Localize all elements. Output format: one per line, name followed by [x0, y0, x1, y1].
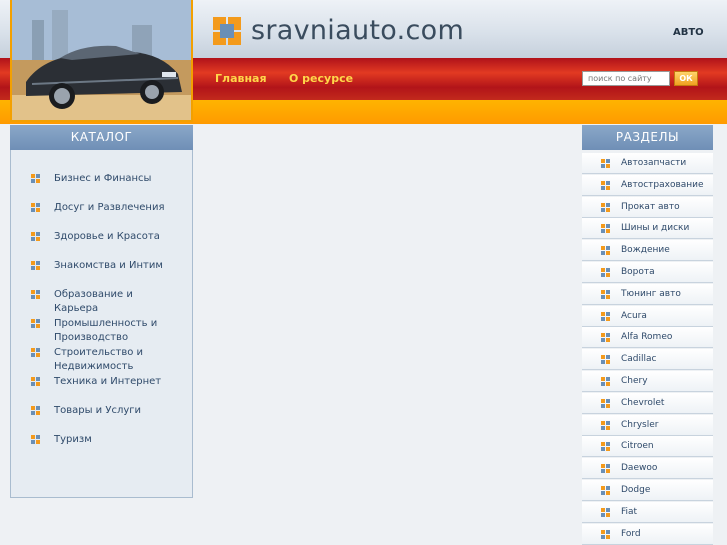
section-item[interactable]: Fiat [582, 501, 713, 523]
catalog-item-label: Знакомства и Интим [54, 260, 163, 271]
square-bullet-icon [601, 420, 610, 430]
catalog-item-label: Туризм [54, 434, 92, 445]
catalog-item-label: Строительство и Недвижимость [54, 347, 144, 372]
section-item-label: Chevrolet [621, 397, 665, 408]
main-content-area [194, 124, 582, 545]
square-bullet-icon [31, 348, 40, 357]
section-item-label: Тюнинг авто [621, 288, 681, 299]
section-item[interactable]: Автострахование [582, 174, 713, 196]
logo-text: sravniauto.com [251, 15, 465, 46]
section-item-label: Шины и диски [621, 223, 690, 234]
section-item[interactable]: Daewoo [582, 458, 713, 480]
search-submit-button[interactable]: ОК [674, 71, 698, 86]
section-item-label: Ford [621, 528, 641, 539]
square-bullet-icon [601, 311, 610, 321]
nav-item-home[interactable]: Главная [215, 72, 267, 85]
car-illustration [12, 0, 191, 120]
section-item-label: Автозапчасти [621, 158, 687, 168]
square-bullet-icon [601, 377, 610, 386]
square-bullet-icon [601, 159, 610, 168]
section-item[interactable]: Ворота [582, 262, 713, 283]
square-bullet-icon [601, 180, 610, 190]
square-bullet-icon [31, 319, 40, 328]
section-item[interactable]: Chrysler [582, 414, 713, 436]
catalog-item-label: Товары и Услуги [54, 405, 142, 416]
section-item-label: Daewoo [621, 463, 658, 474]
section-item[interactable]: Прокат авто [582, 196, 713, 218]
square-bullet-icon [601, 507, 610, 517]
square-bullet-icon [31, 435, 40, 444]
section-item-label: Chery [621, 376, 648, 386]
search-input[interactable] [582, 71, 670, 86]
catalog-item-label: Техника и Интернет [54, 376, 162, 387]
square-bullet-icon [31, 261, 40, 270]
square-bullet-icon [601, 268, 610, 277]
section-item-label: Ворота [621, 267, 655, 277]
section-item-label: Citroen [621, 441, 654, 452]
section-item[interactable]: Вождение [582, 240, 713, 262]
section-item-label: Dodge [621, 485, 651, 495]
section-item-label: Автострахование [621, 179, 704, 190]
section-item[interactable]: Тюнинг авто [582, 283, 713, 305]
section-item[interactable]: Cadillac [582, 349, 713, 371]
square-bullet-icon [601, 224, 610, 234]
section-item[interactable]: Acura [582, 305, 713, 327]
section-item[interactable]: Шины и диски [582, 218, 713, 240]
square-bullet-icon [31, 232, 40, 241]
section-item-label: Прокат авто [621, 201, 680, 212]
catalog-item-label: Здоровье и Красота [54, 231, 160, 242]
square-bullet-icon [601, 464, 610, 474]
section-item-label: Вождение [621, 245, 670, 256]
section-item-label: Cadillac [621, 354, 657, 365]
square-bullet-icon [601, 442, 610, 452]
logo-icon [213, 17, 242, 46]
section-item-label: Acura [621, 310, 647, 321]
square-bullet-icon [31, 174, 40, 183]
square-bullet-icon [601, 529, 610, 539]
section-item[interactable]: Автозапчасти [582, 153, 713, 174]
nav-item-about[interactable]: О ресурсе [289, 72, 353, 85]
catalog-header: КАТАЛОГ [10, 125, 193, 150]
section-item[interactable]: Citroen [582, 436, 713, 458]
square-bullet-icon [601, 486, 610, 495]
section-item[interactable]: Chery [582, 371, 713, 392]
section-item-label: Alfa Romeo [621, 332, 673, 343]
section-item-label: Fiat [621, 506, 638, 517]
catalog-item-label: Бизнес и Финансы [54, 173, 152, 184]
car-photo [10, 0, 193, 122]
square-bullet-icon [31, 377, 40, 386]
site-header: sravniauto.com АВТО Главная О ресурсе ОК [0, 0, 727, 124]
square-bullet-icon [601, 246, 610, 256]
square-bullet-icon [31, 290, 40, 299]
square-bullet-icon [31, 203, 40, 212]
square-bullet-icon [601, 333, 610, 343]
square-bullet-icon [601, 289, 610, 299]
catalog-panel: Бизнес и Финансы Досуг и Развлечения Здоро… [10, 150, 193, 498]
square-bullet-icon [601, 398, 610, 408]
site-category-label: АВТО [673, 27, 704, 38]
section-item[interactable]: Ford [582, 523, 713, 545]
square-bullet-icon [601, 355, 610, 365]
section-item-label: Chrysler [621, 419, 659, 430]
section-item[interactable]: Chevrolet [582, 392, 713, 414]
square-bullet-icon [31, 406, 40, 415]
catalog-item-label: Промышленность и Производство [54, 318, 158, 343]
sections-header: РАЗДЕЛЫ [582, 125, 713, 150]
section-item[interactable]: Dodge [582, 480, 713, 501]
catalog-item-label: Образование и Карьера [54, 289, 133, 314]
square-bullet-icon [601, 202, 610, 212]
catalog-item-label: Досуг и Развлечения [54, 202, 165, 213]
section-item[interactable]: Alfa Romeo [582, 327, 713, 349]
